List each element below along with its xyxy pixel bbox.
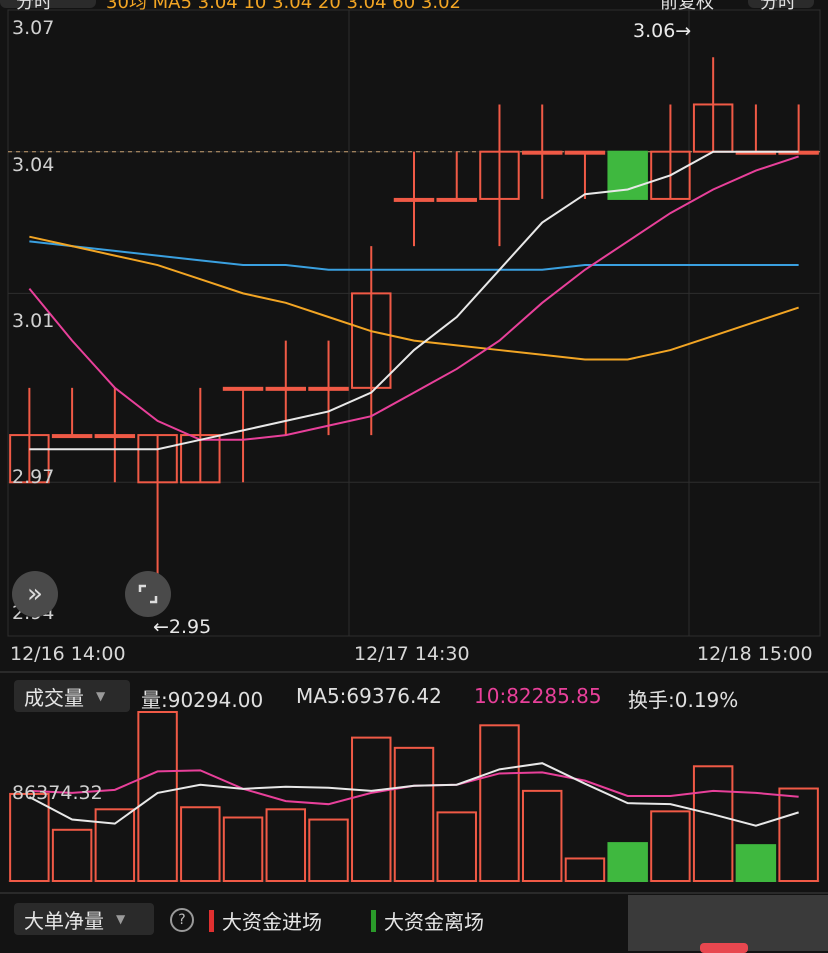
volume-bar [351,736,392,883]
volume-bar [564,857,606,883]
volume-bar [735,844,777,882]
volume-indicator-label: 成交量 [24,685,84,710]
candle-body [94,434,136,439]
volume-bar [650,810,691,882]
y-tick-3.07: 3.07 [12,17,55,39]
x-label-mid: 12/17 14:30 [354,643,470,665]
green-bar-icon [371,909,376,932]
price-chart [0,9,828,894]
fullscreen-icon[interactable] [125,571,171,617]
volume-bar [9,792,50,882]
volume-bar [137,711,178,882]
candle-body [564,150,606,155]
volume-bar [778,787,819,882]
ad-badge [700,943,748,953]
volume-bar [436,811,477,882]
volume-bar [51,828,93,883]
candle-body [222,386,264,391]
legend-fund-out: 大资金离场 [371,906,484,935]
volume-bar [521,789,563,882]
volume-indicator-select[interactable]: 成交量 ▼ [14,680,130,712]
volume-bar [692,765,734,882]
y-tick-2.97: 2.97 [12,466,55,488]
y-tick-3.04: 3.04 [12,154,55,176]
candle-body [436,197,477,202]
volume-ma5: MA5:69376.42 [296,684,442,708]
volume-bar [94,808,136,883]
volume-ma10: 10:82285.85 [474,684,602,708]
x-label-end: 12/18 15:00 [697,643,813,665]
turnover-rate: 换手:0.19% [628,688,739,712]
ad-thumbnail[interactable] [628,895,828,953]
y-tick-3.01: 3.01 [12,310,55,332]
volume-value: 量:90294.00 [141,688,264,712]
low-price-label: ←2.95 [153,616,212,638]
volume-bar [222,816,264,882]
volume-bar [607,842,648,882]
volume-bar [180,806,221,882]
volume-ma10-line [29,769,799,806]
candle-body [393,197,435,202]
legend-fund-in-label: 大资金进场 [222,910,322,934]
high-price-label: 3.06→ [633,20,692,42]
red-bar-icon [209,909,214,932]
bottom-indicator-select[interactable]: 大单净量 ▼ [14,903,154,935]
chevron-down-icon: ▼ [96,689,106,703]
volume-bar [308,818,349,883]
legend-fund-in: 大资金进场 [209,906,322,935]
volume-bar [265,808,307,883]
candle-body [51,434,93,439]
candle-body [308,386,349,391]
legend-fund-out-label: 大资金离场 [384,910,484,934]
volume-bar [479,724,520,882]
candle-body [521,150,563,155]
candle-body [265,386,307,391]
expand-icon[interactable]: » [12,571,58,617]
x-label-start: 12/16 14:00 [10,643,126,665]
chevron-down-icon: ▼ [116,912,126,926]
volume-bar [393,746,435,883]
bottom-indicator-label: 大单净量 [24,908,104,933]
volume-axis-label: 86374.32 [12,782,103,804]
help-icon[interactable]: ? [170,908,194,932]
